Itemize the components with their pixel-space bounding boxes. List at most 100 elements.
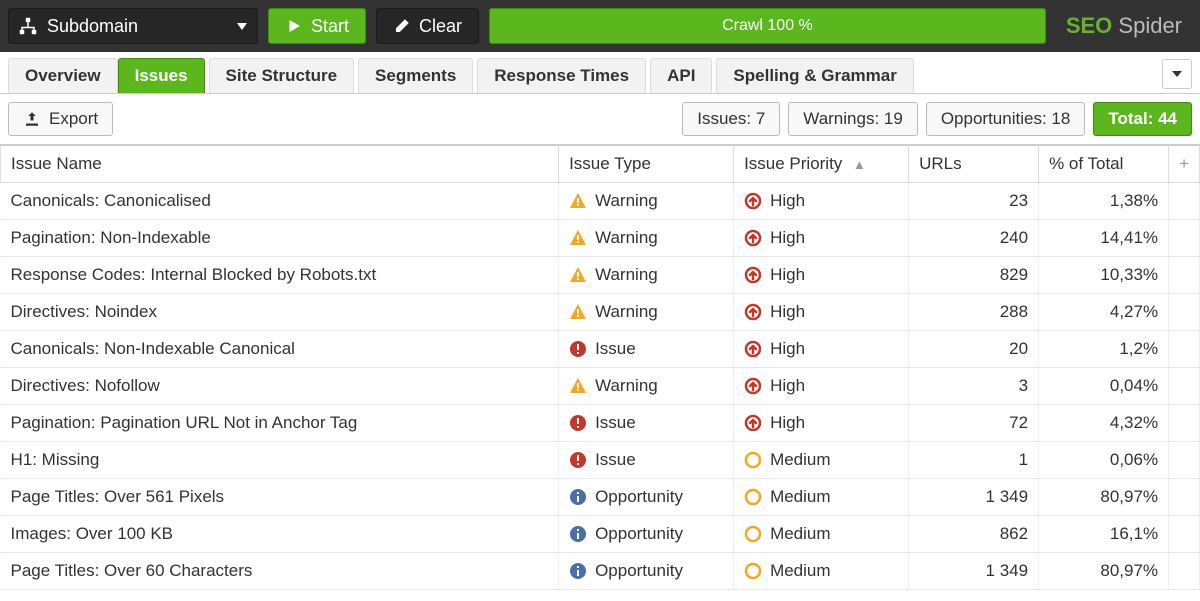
table-row[interactable]: Directives: NofollowWarningHigh30,04% xyxy=(1,368,1200,405)
priority-label: High xyxy=(770,413,805,433)
cell-name: Pagination: Non-Indexable xyxy=(1,220,559,257)
cell-priority: Medium xyxy=(734,442,909,479)
brand-logo: SEO Spider xyxy=(1056,13,1192,39)
cell-type: Opportunity xyxy=(559,479,734,516)
tab-segments[interactable]: Segments xyxy=(358,58,473,93)
cell-priority: High xyxy=(734,331,909,368)
priority-medium-icon xyxy=(744,562,762,580)
issue-icon xyxy=(569,414,587,432)
col-header-pct[interactable]: % of Total xyxy=(1039,146,1169,183)
cell-name: Pagination: Pagination URL Not in Anchor… xyxy=(1,405,559,442)
table-header-row: Issue Name Issue Type Issue Priority ▲ U… xyxy=(1,146,1200,183)
cell-priority: High xyxy=(734,368,909,405)
cell-spacer xyxy=(1169,368,1200,405)
stat-total[interactable]: Total: 44 xyxy=(1093,102,1192,136)
cell-pct: 4,32% xyxy=(1039,405,1169,442)
info-icon xyxy=(569,488,587,506)
cell-urls: 1 349 xyxy=(909,553,1039,590)
cell-name: Canonicals: Non-Indexable Canonical xyxy=(1,331,559,368)
table-row[interactable]: Response Codes: Internal Blocked by Robo… xyxy=(1,257,1200,294)
cell-type: Warning xyxy=(559,183,734,220)
table-row[interactable]: Images: Over 100 KBOpportunityMedium8621… xyxy=(1,516,1200,553)
cell-name: Directives: Nofollow xyxy=(1,368,559,405)
cell-name: Page Titles: Over 60 Characters xyxy=(1,553,559,590)
type-label: Issue xyxy=(595,339,636,359)
start-button[interactable]: Start xyxy=(268,8,366,44)
cell-urls: 288 xyxy=(909,294,1039,331)
table-row[interactable]: Page Titles: Over 60 CharactersOpportuni… xyxy=(1,553,1200,590)
mode-select[interactable]: Subdomain xyxy=(8,8,258,44)
col-add-button[interactable]: + xyxy=(1169,146,1200,183)
priority-label: High xyxy=(770,228,805,248)
cell-spacer xyxy=(1169,516,1200,553)
mode-label: Subdomain xyxy=(47,16,227,37)
tabs: OverviewIssuesSite StructureSegmentsResp… xyxy=(8,58,1162,93)
tab-site-structure[interactable]: Site Structure xyxy=(209,58,354,93)
stat-opportunities[interactable]: Opportunities: 18 xyxy=(926,102,1086,136)
tab-issues[interactable]: Issues xyxy=(118,58,205,93)
priority-medium-icon xyxy=(744,525,762,543)
priority-high-icon xyxy=(744,340,762,358)
col-header-priority[interactable]: Issue Priority ▲ xyxy=(734,146,909,183)
start-label: Start xyxy=(311,16,349,37)
priority-high-icon xyxy=(744,192,762,210)
issues-table: Issue Name Issue Type Issue Priority ▲ U… xyxy=(0,145,1200,590)
stat-warnings[interactable]: Warnings: 19 xyxy=(788,102,918,136)
table-row[interactable]: Canonicals: Non-Indexable Canonical Issue… xyxy=(1,331,1200,368)
stat-issues[interactable]: Issues: 7 xyxy=(682,102,780,136)
clear-button[interactable]: Clear xyxy=(376,8,479,44)
tab-response-times[interactable]: Response Times xyxy=(477,58,646,93)
tab-api[interactable]: API xyxy=(650,58,712,93)
export-icon xyxy=(23,110,41,128)
sitemap-icon xyxy=(19,17,37,35)
cell-pct: 14,41% xyxy=(1039,220,1169,257)
col-header-name[interactable]: Issue Name xyxy=(1,146,559,183)
cell-urls: 20 xyxy=(909,331,1039,368)
cell-type: Warning xyxy=(559,220,734,257)
priority-label: High xyxy=(770,191,805,211)
cell-type: Issue xyxy=(559,331,734,368)
export-button[interactable]: Export xyxy=(8,102,113,136)
cell-priority: High xyxy=(734,220,909,257)
table-row[interactable]: Directives: NoindexWarningHigh2884,27% xyxy=(1,294,1200,331)
top-toolbar: Subdomain Start Clear Crawl 100 % SEO Sp… xyxy=(0,0,1200,52)
priority-label: High xyxy=(770,265,805,285)
type-label: Warning xyxy=(595,265,658,285)
cell-name: Directives: Noindex xyxy=(1,294,559,331)
tabs-overflow-button[interactable] xyxy=(1162,59,1192,89)
cell-type: Warning xyxy=(559,294,734,331)
col-header-urls[interactable]: URLs xyxy=(909,146,1039,183)
cell-priority: High xyxy=(734,257,909,294)
table-row[interactable]: Canonicals: CanonicalisedWarningHigh231,… xyxy=(1,183,1200,220)
table-row[interactable]: Pagination: Pagination URL Not in Anchor… xyxy=(1,405,1200,442)
table-row[interactable]: H1: MissingIssueMedium10,06% xyxy=(1,442,1200,479)
cell-spacer xyxy=(1169,331,1200,368)
cell-type: Issue xyxy=(559,405,734,442)
type-label: Warning xyxy=(595,302,658,322)
cell-type: Opportunity xyxy=(559,553,734,590)
tab-overview[interactable]: Overview xyxy=(8,58,118,93)
cell-pct: 80,97% xyxy=(1039,479,1169,516)
cell-priority: Medium xyxy=(734,516,909,553)
cell-spacer xyxy=(1169,220,1200,257)
cell-urls: 1 xyxy=(909,442,1039,479)
cell-urls: 829 xyxy=(909,257,1039,294)
priority-label: High xyxy=(770,376,805,396)
brand-spider: Spider xyxy=(1118,13,1182,38)
col-header-type[interactable]: Issue Type xyxy=(559,146,734,183)
tab-spelling-grammar[interactable]: Spelling & Grammar xyxy=(716,58,913,93)
export-label: Export xyxy=(49,109,98,129)
cell-urls: 1 349 xyxy=(909,479,1039,516)
cell-urls: 3 xyxy=(909,368,1039,405)
play-icon xyxy=(285,17,303,35)
cell-type: Issue xyxy=(559,442,734,479)
table-row[interactable]: Pagination: Non-IndexableWarning High 2401… xyxy=(1,220,1200,257)
cell-pct: 0,04% xyxy=(1039,368,1169,405)
priority-high-icon xyxy=(744,414,762,432)
table-row[interactable]: Page Titles: Over 561 PixelsOpportunityM… xyxy=(1,479,1200,516)
cell-urls: 240 xyxy=(909,220,1039,257)
cell-spacer xyxy=(1169,183,1200,220)
priority-label: Medium xyxy=(770,561,830,581)
chevron-down-icon xyxy=(237,23,247,30)
eraser-icon xyxy=(393,17,411,35)
